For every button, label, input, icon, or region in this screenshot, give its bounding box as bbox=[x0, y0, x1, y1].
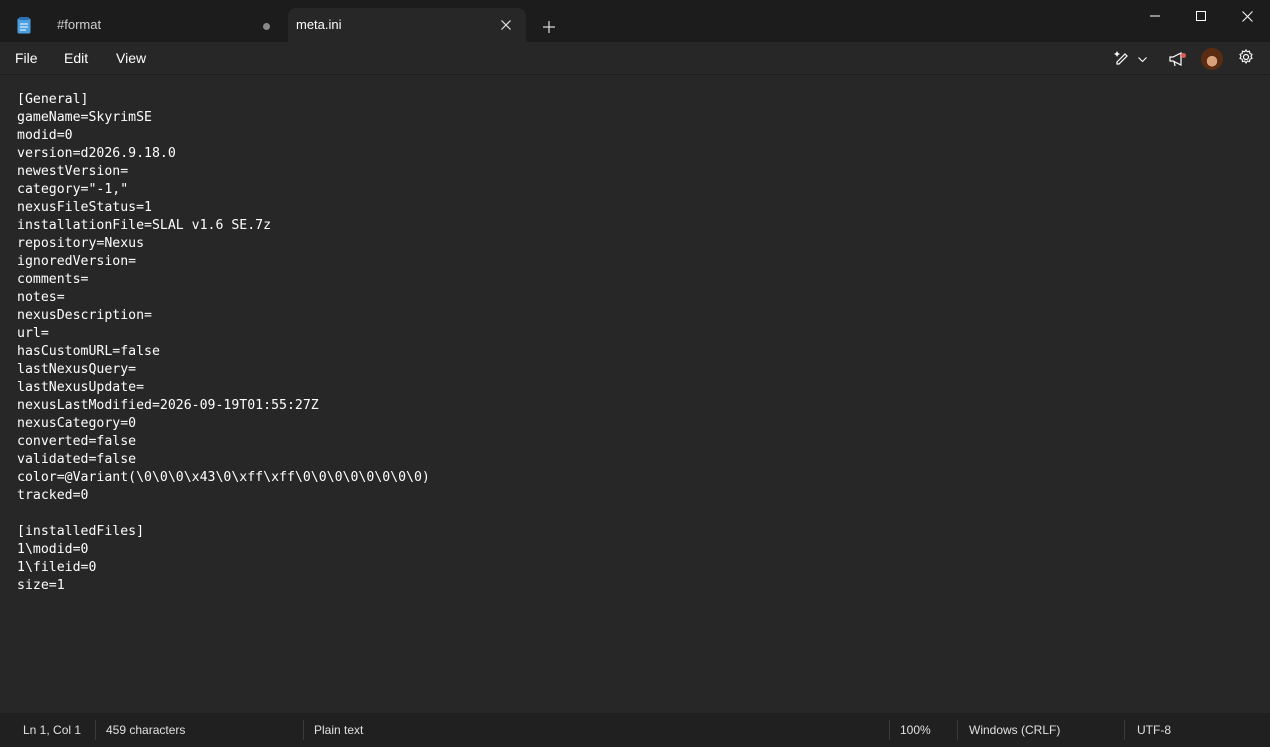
tab-label: meta.ini bbox=[296, 17, 342, 32]
divider bbox=[1124, 720, 1125, 740]
cursor-position: Ln 1, Col 1 bbox=[23, 723, 82, 737]
minimize-icon[interactable] bbox=[1132, 0, 1178, 32]
tab-label: #format bbox=[57, 17, 102, 32]
menu-edit[interactable]: Edit bbox=[64, 42, 88, 75]
divider bbox=[957, 720, 958, 740]
line-ending[interactable]: Windows (CRLF) bbox=[969, 713, 1060, 747]
divider bbox=[889, 720, 890, 740]
notepad-window: #format meta.ini File Edit View [General… bbox=[0, 0, 1270, 747]
gear-icon bbox=[1238, 48, 1254, 70]
chevron-down-icon bbox=[1137, 50, 1147, 68]
menu-bar: File Edit View bbox=[0, 42, 1270, 75]
megaphone-icon bbox=[1169, 51, 1187, 67]
settings-button[interactable] bbox=[1233, 46, 1259, 72]
status-bar: Ln 1, Col 1 459 characters Plain text 10… bbox=[0, 713, 1270, 747]
announcements-button[interactable] bbox=[1165, 46, 1191, 72]
tab-format[interactable]: #format bbox=[42, 8, 286, 42]
encoding[interactable]: UTF-8 bbox=[1137, 713, 1171, 747]
account-button[interactable] bbox=[1199, 46, 1225, 72]
menu-file[interactable]: File bbox=[15, 42, 38, 75]
close-icon[interactable] bbox=[496, 15, 516, 35]
menu-view[interactable]: View bbox=[116, 42, 146, 75]
pen-sparkle-icon bbox=[1113, 49, 1130, 70]
close-window-icon[interactable] bbox=[1224, 0, 1270, 32]
notepad-icon bbox=[17, 17, 31, 34]
divider bbox=[95, 720, 96, 740]
title-bar: #format meta.ini bbox=[0, 0, 1270, 42]
tab-meta-ini[interactable]: meta.ini bbox=[288, 8, 526, 42]
text-editor[interactable]: [General] gameName=SkyrimSE modid=0 vers… bbox=[0, 75, 1270, 713]
plus-icon[interactable] bbox=[539, 17, 559, 37]
notification-badge bbox=[1181, 53, 1186, 58]
copilot-button[interactable] bbox=[1110, 46, 1150, 72]
zoom-level[interactable]: 100% bbox=[900, 713, 931, 747]
file-format[interactable]: Plain text bbox=[314, 713, 363, 747]
divider bbox=[303, 720, 304, 740]
avatar bbox=[1201, 48, 1223, 70]
character-count: 459 characters bbox=[106, 723, 186, 737]
maximize-icon[interactable] bbox=[1178, 0, 1224, 32]
unsaved-dot-icon bbox=[263, 23, 270, 30]
